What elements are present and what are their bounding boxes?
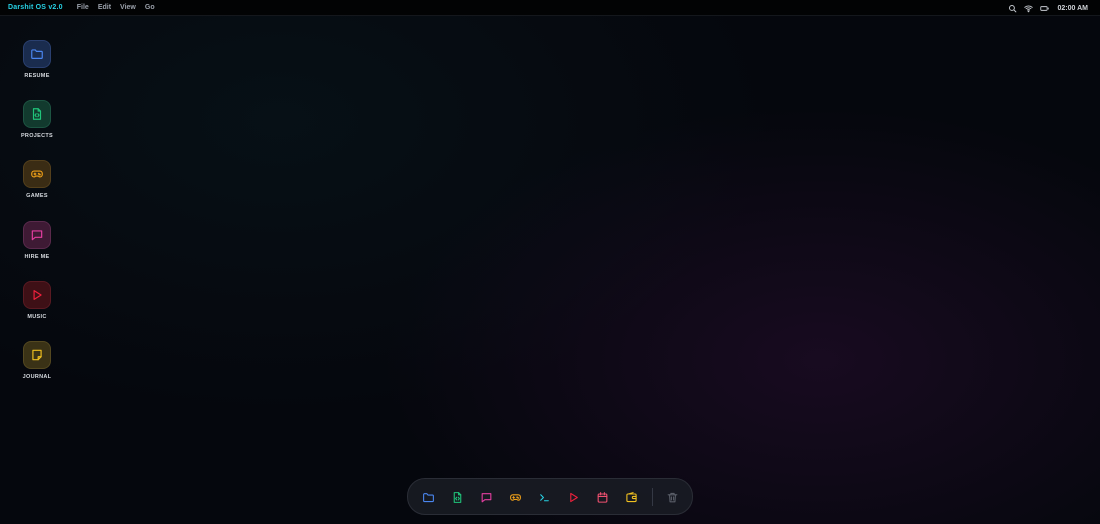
folder-icon <box>23 40 51 68</box>
desktop-icon-journal[interactable]: JOURNAL <box>14 341 60 380</box>
dock <box>407 478 693 515</box>
desktop-icon-label: MUSIC <box>27 314 47 320</box>
desktop-icon-music[interactable]: MUSIC <box>14 281 60 320</box>
os-brand[interactable]: Darshit OS v2.0 <box>8 4 63 11</box>
search-icon[interactable] <box>1008 4 1017 13</box>
desktop-icon-games[interactable]: GAMES <box>14 160 60 199</box>
desktop-icon-label: RESUME <box>24 73 50 79</box>
menu-edit[interactable]: Edit <box>98 4 111 11</box>
dock-terminal-icon[interactable] <box>535 488 553 506</box>
note-icon <box>23 341 51 369</box>
desktop-icon-label: JOURNAL <box>22 374 52 380</box>
gamepad-icon <box>23 160 51 188</box>
code-file-icon <box>23 100 51 128</box>
dock-trash-icon[interactable] <box>663 488 681 506</box>
dock-chat-icon[interactable] <box>477 488 495 506</box>
wifi-icon[interactable] <box>1023 4 1033 13</box>
status-area: 02:00 AM <box>1008 0 1088 16</box>
desktop-icon-label: HIRE ME <box>24 254 50 260</box>
dock-wallet-icon[interactable] <box>622 488 640 506</box>
dock-separator <box>652 488 653 506</box>
dock-gamepad-icon[interactable] <box>506 488 524 506</box>
menu-file[interactable]: File <box>77 4 89 11</box>
desktop-icon-label: GAMES <box>26 193 48 199</box>
dock-folder-icon[interactable] <box>419 488 437 506</box>
dock-play-icon[interactable] <box>564 488 582 506</box>
desktop-icon-projects[interactable]: PROJECTS <box>14 100 60 139</box>
desktop-icon-label: PROJECTS <box>20 133 54 139</box>
menu-view[interactable]: View <box>120 4 136 11</box>
battery-icon[interactable] <box>1039 4 1049 13</box>
clock[interactable]: 02:00 AM <box>1058 5 1088 12</box>
desktop-icon-resume[interactable]: RESUME <box>14 40 60 79</box>
play-icon <box>23 281 51 309</box>
menu-go[interactable]: Go <box>145 4 155 11</box>
dock-code-file-icon[interactable] <box>448 488 466 506</box>
chat-icon <box>23 221 51 249</box>
dock-calendar-icon[interactable] <box>593 488 611 506</box>
menubar: Darshit OS v2.0 File Edit View Go 02:00 … <box>0 0 1100 16</box>
desktop-icon-hire-me[interactable]: HIRE ME <box>14 221 60 260</box>
